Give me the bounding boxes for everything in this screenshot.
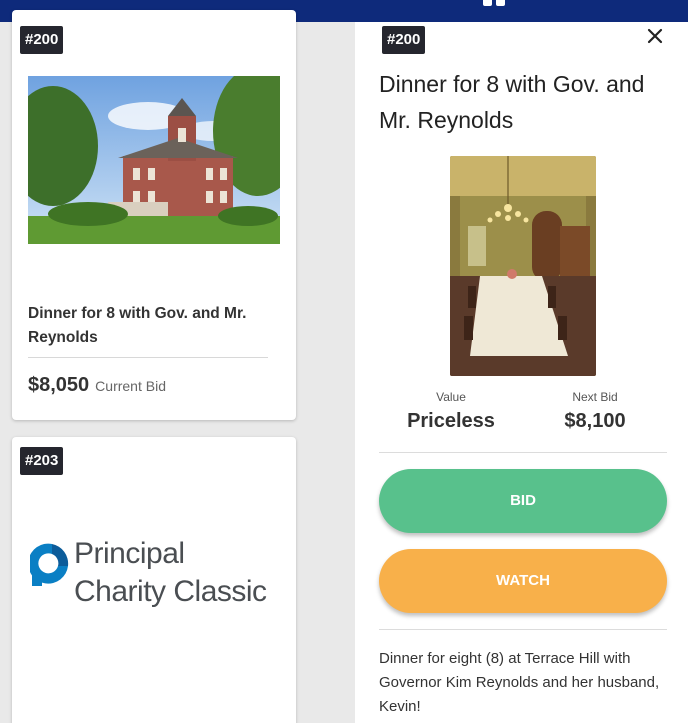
app-logo-icon[interactable]	[483, 0, 505, 6]
item-description: Dinner for eight (8) at Terrace Hill wit…	[379, 650, 660, 715]
current-bid-amount: $8,050	[28, 374, 90, 396]
next-bid-stat: Next Bid $8,100	[525, 390, 665, 433]
mansion-photo	[28, 76, 280, 244]
value-amount: Priceless	[407, 410, 495, 432]
lot-number-badge: #203	[20, 447, 64, 475]
watch-button[interactable]: WATCH	[379, 549, 667, 613]
next-bid-label: Next Bid	[572, 390, 618, 404]
current-bid: $8,050 Current Bid	[28, 374, 166, 397]
bid-button[interactable]: BID	[379, 469, 667, 533]
lot-number-badge: #200	[382, 26, 426, 54]
detail-title: Dinner for 8 with Gov. and Mr. Reynolds	[379, 71, 645, 133]
value-stat: Value Priceless	[381, 390, 521, 433]
item-title[interactable]: Dinner for 8 with Gov. and Mr. Reynolds	[28, 302, 268, 350]
principal-logo-icon	[30, 543, 69, 586]
value-label: Value	[436, 390, 466, 404]
principal-charity-classic-logo: Principal Charity Classic	[30, 537, 280, 619]
logo-text-line1: Principal	[74, 537, 185, 570]
divider	[379, 452, 667, 453]
item-card[interactable]: #203 Principal Charity Classic	[12, 437, 296, 723]
close-icon[interactable]	[645, 26, 665, 46]
item-detail-panel: #200 Dinner for 8 with Gov. and Mr. Reyn…	[355, 22, 688, 723]
item-card[interactable]: #200 Dinner for 8 with Gov. and Mr. Reyn…	[12, 10, 296, 420]
logo-text-line2: Charity Classic	[74, 575, 267, 608]
dining-room-photo	[450, 156, 596, 376]
divider	[379, 629, 667, 630]
current-bid-label: Current Bid	[95, 378, 166, 394]
divider	[28, 357, 268, 358]
next-bid-amount: $8,100	[564, 410, 626, 432]
lot-number-badge: #200	[20, 26, 64, 54]
